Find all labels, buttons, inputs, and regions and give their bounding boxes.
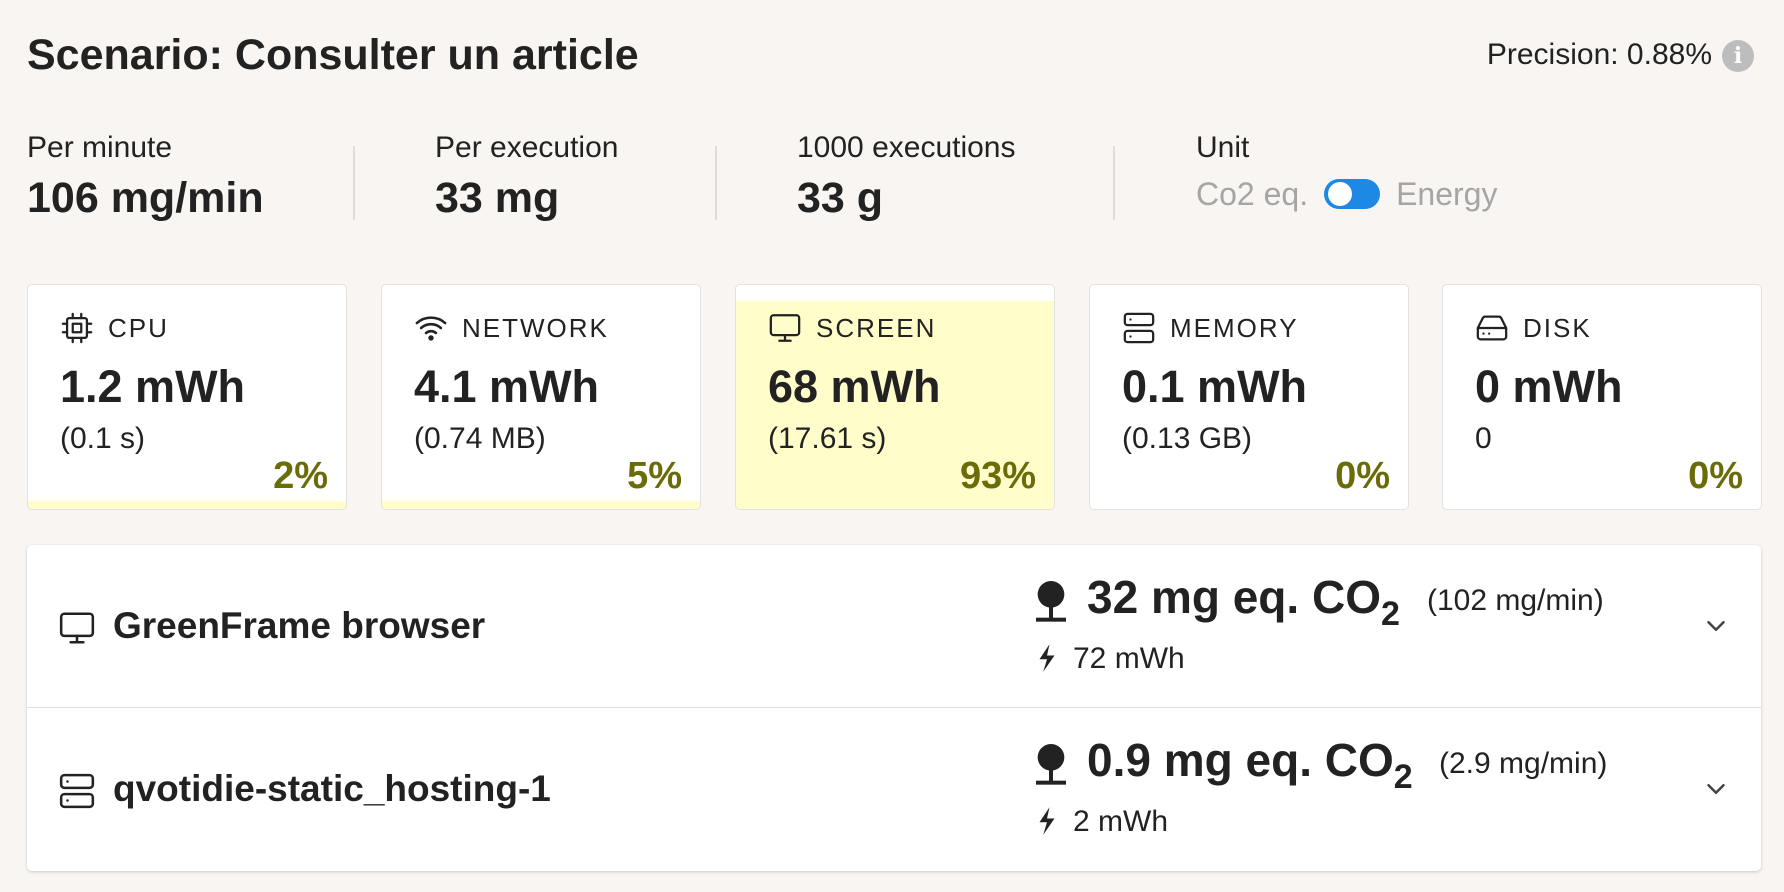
monitor-icon (59, 612, 95, 644)
card-label: SCREEN (816, 312, 937, 343)
container-row-greenframe-browser[interactable]: GreenFrame browser 32 mg eq. CO2 (102 mg… (27, 545, 1761, 708)
page-title: Scenario: Consulter un article (27, 31, 639, 79)
energy-value: 2 mWh (1073, 805, 1169, 838)
stat-value: 33 mg (435, 174, 560, 222)
co2-value: 0.9 mg eq. CO (1087, 734, 1394, 786)
hard-drive-icon (1476, 315, 1508, 341)
co2-subscript: 2 (1380, 595, 1400, 633)
wifi-icon (415, 316, 447, 341)
stat-per-execution: Per execution 33 mg (435, 130, 618, 226)
info-icon[interactable]: i (1722, 40, 1754, 72)
cpu-icon (61, 312, 93, 344)
card-percent: 5% (627, 455, 682, 497)
precision-label: Precision: 0.88% (1486, 38, 1712, 71)
card-detail: (17.61 s) (768, 422, 887, 455)
unit-selector: Unit Co2 eq. Energy (1196, 130, 1497, 214)
card-percent: 93% (959, 455, 1036, 497)
card-detail: (0.1 s) (60, 422, 146, 455)
monitor-icon (769, 314, 801, 342)
tree-icon (1036, 744, 1066, 785)
card-percent: 0% (1335, 455, 1390, 497)
co2-value: 32 mg eq. CO (1087, 571, 1381, 623)
unit-option-co2[interactable]: Co2 eq. (1196, 174, 1308, 214)
tree-icon (1036, 581, 1066, 622)
card-disk[interactable]: DISK 0 mWh 0 0% (1442, 284, 1762, 510)
container-name: qvotidie-static_hosting-1 (113, 768, 551, 809)
stat-label: Per execution (435, 131, 619, 164)
card-cpu[interactable]: CPU 1.2 mWh (0.1 s) 2% (27, 284, 347, 510)
card-detail: (0.74 MB) (414, 422, 546, 455)
stat-label: Per minute (27, 131, 173, 164)
card-value: 4.1 mWh (414, 361, 600, 412)
card-label: MEMORY (1170, 312, 1299, 343)
card-value: 1.2 mWh (60, 361, 246, 412)
scenario-header: Scenario: Consulter un article Precision… (27, 28, 1754, 82)
card-value: 68 mWh (768, 361, 941, 412)
bolt-icon (1039, 807, 1055, 835)
chevron-down-icon[interactable] (1701, 611, 1731, 641)
co2-emission: 0.9 mg eq. CO2 (1087, 730, 1413, 796)
card-percent: 2% (273, 455, 328, 497)
card-memory[interactable]: MEMORY 0.1 mWh (0.13 GB) 0% (1089, 284, 1409, 510)
container-list: GreenFrame browser 32 mg eq. CO2 (102 mg… (27, 545, 1761, 871)
card-label: CPU (108, 312, 169, 343)
divider (353, 146, 355, 220)
unit-option-energy[interactable]: Energy (1396, 174, 1497, 214)
summary-stats: Per minute 106 mg/min Per execution 33 m… (27, 130, 1527, 230)
card-detail: (0.13 GB) (1122, 422, 1253, 455)
stat-label: 1000 executions (797, 131, 1016, 164)
card-percent: 0% (1688, 455, 1743, 497)
container-name: GreenFrame browser (113, 605, 486, 646)
divider (715, 146, 717, 220)
chevron-down-icon[interactable] (1701, 774, 1731, 804)
card-network[interactable]: NETWORK 4.1 mWh (0.74 MB) 5% (381, 284, 701, 510)
server-icon (1123, 312, 1155, 344)
container-row-static-hosting[interactable]: qvotidie-static_hosting-1 0.9 mg eq. CO2… (27, 708, 1761, 871)
unit-toggle[interactable] (1324, 179, 1381, 209)
usage-bar (28, 501, 346, 509)
co2-emission: 32 mg eq. CO2 (1087, 567, 1400, 633)
card-screen[interactable]: SCREEN 68 mWh (17.61 s) 93% (735, 284, 1055, 510)
co2-subscript: 2 (1393, 758, 1413, 796)
card-value: 0.1 mWh (1122, 361, 1308, 412)
card-value: 0 mWh (1475, 361, 1623, 412)
co2-rate: (102 mg/min) (1427, 584, 1604, 617)
toggle-knob (1328, 182, 1353, 206)
usage-bar (382, 501, 700, 509)
card-detail: 0 (1475, 422, 1492, 455)
divider (1113, 146, 1115, 220)
stat-value: 33 g (797, 174, 884, 222)
stat-1000-executions: 1000 executions 33 g (797, 130, 1016, 226)
unit-toggle-row: Co2 eq. Energy (1196, 174, 1497, 214)
card-label: NETWORK (462, 312, 609, 343)
unit-label: Unit (1196, 131, 1250, 164)
energy-value: 72 mWh (1073, 642, 1185, 675)
stat-value: 106 mg/min (27, 174, 264, 222)
bolt-icon (1039, 644, 1055, 672)
server-icon (59, 773, 95, 809)
co2-rate: (2.9 mg/min) (1439, 747, 1608, 780)
card-label: DISK (1523, 312, 1592, 343)
stat-per-minute: Per minute 106 mg/min (27, 130, 264, 226)
